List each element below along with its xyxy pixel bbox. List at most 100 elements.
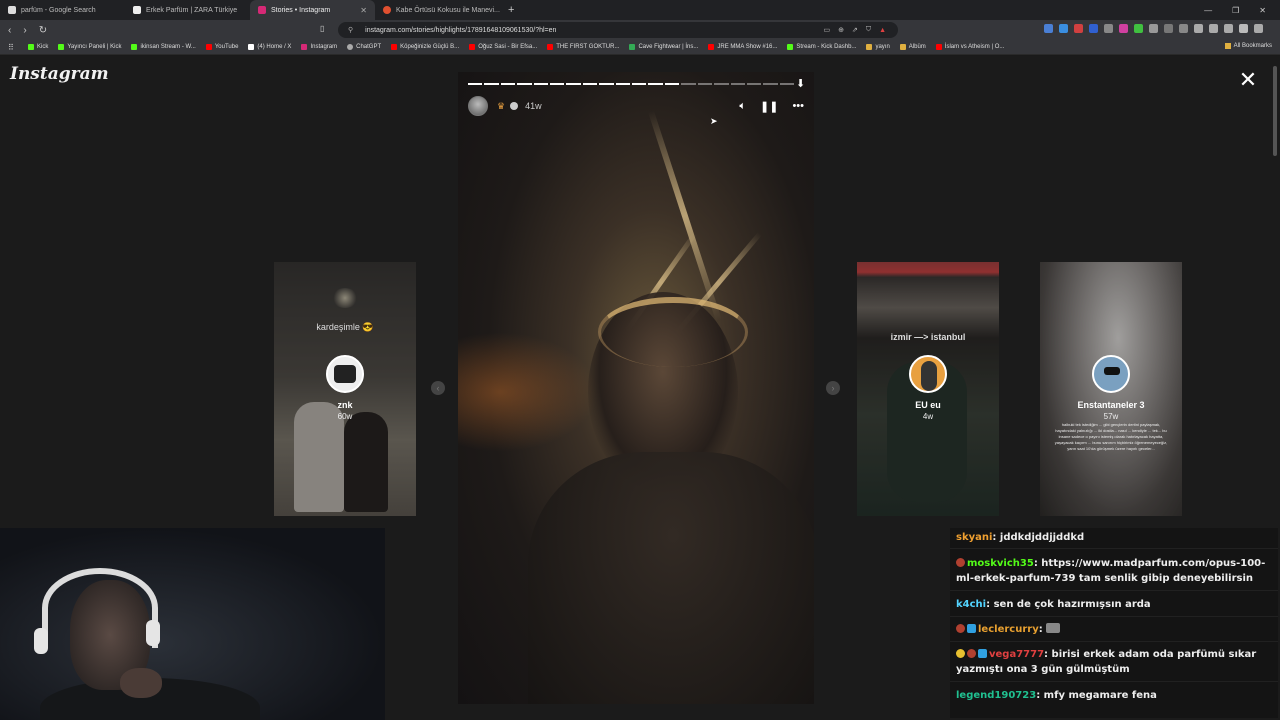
bookmark-item[interactable]: THE FIRST GOKTUR... <box>547 44 619 50</box>
browser-tab-bar: parfüm - Google Search Erkek Parfüm | ZA… <box>0 0 1280 20</box>
download-icon[interactable]: ⬇ <box>796 77 805 90</box>
chat-username[interactable]: moskvich35 <box>967 558 1034 569</box>
back-icon[interactable]: ‹ <box>8 25 11 36</box>
bookmark-page-icon[interactable]: ▯ <box>320 24 324 33</box>
bookmark-folder[interactable]: yayın <box>866 44 890 50</box>
bookmark-item[interactable]: Stream - Kick Dashb... <box>787 44 856 50</box>
avatar-image <box>921 361 937 391</box>
site-icon <box>383 6 391 14</box>
chat-username[interactable]: leclercurry <box>978 624 1039 635</box>
chat-message: legend190723: mfy megamare fena <box>956 690 1157 701</box>
highlight-name: Enstantaneler 3 <box>1077 400 1145 410</box>
zoom-icon[interactable]: ⊕ <box>838 26 844 34</box>
maximize-icon[interactable]: ❐ <box>1232 6 1239 15</box>
instagram-logo[interactable]: Instagram <box>10 64 109 84</box>
chat-username[interactable]: k4chi <box>956 599 986 610</box>
story-preview-card[interactable]: Enstantaneler 3 57w halbuki tek istediği… <box>1040 262 1182 516</box>
story-progress-segment <box>615 83 631 85</box>
extension-icon[interactable] <box>1119 24 1128 33</box>
highlight-age: 60w <box>337 412 353 421</box>
extension-icon[interactable] <box>1074 24 1083 33</box>
extension-icon[interactable] <box>1104 24 1113 33</box>
more-options-icon[interactable]: ••• <box>792 100 804 112</box>
close-window-icon[interactable]: ✕ <box>1259 6 1266 15</box>
story-preview-card[interactable]: kardeşimle 😎 znk 60w <box>274 262 416 516</box>
chat-message: moskvich35: https://www.madparfum.com/op… <box>956 558 1266 584</box>
next-story-button[interactable]: › <box>826 381 840 395</box>
music-icon[interactable] <box>1194 24 1203 33</box>
extension-icon[interactable] <box>1149 24 1158 33</box>
extension-icon[interactable] <box>1164 24 1173 33</box>
site-info-icon[interactable]: ⚲ <box>348 26 353 34</box>
chat-username[interactable]: vega7777 <box>989 649 1044 660</box>
extension-icon[interactable] <box>1089 24 1098 33</box>
tab-instagram[interactable]: Stories • Instagram ✕ <box>250 0 375 20</box>
tab-kabe[interactable]: Kabe Örtüsü Kokusu ile Manevi... <box>375 0 500 20</box>
alert-icon[interactable]: ▲ <box>879 27 886 34</box>
sidebar-icon[interactable] <box>1209 24 1218 33</box>
bookmark-item[interactable]: Kick <box>28 44 48 50</box>
cast-icon[interactable]: ▭ <box>823 26 830 34</box>
bookmark-item[interactable]: Oğuz Sasi - Bir Efsa... <box>469 44 537 50</box>
story-progress-segment <box>599 83 614 85</box>
youtube-icon <box>469 44 476 50</box>
story-age: 41w <box>525 101 542 111</box>
extension-icon[interactable] <box>1059 24 1068 33</box>
story-progress-segment <box>517 83 532 85</box>
profile-icon[interactable] <box>1239 24 1248 33</box>
volume-icon[interactable]: 🔈︎ <box>739 100 746 113</box>
story-progress-segment <box>500 83 516 85</box>
active-story[interactable]: ⬇ ♛ 41w 🔈︎ ❚❚ ••• ➤ <box>458 72 814 704</box>
bookmark-item[interactable]: JRE MMA Show #16... <box>708 44 777 50</box>
bookmark-item[interactable]: Köpeğinizle Güçlü B... <box>391 44 459 50</box>
close-tab-icon[interactable]: ✕ <box>360 6 367 15</box>
tab-zara[interactable]: Erkek Parfüm | ZARA Türkiye <box>125 0 250 20</box>
menu-icon[interactable] <box>1254 24 1263 33</box>
kick-icon <box>58 44 65 50</box>
all-bookmarks-folder[interactable]: All Bookmarks <box>1224 43 1272 49</box>
story-preview-card[interactable]: izmir —> istanbul EU eu 4w <box>857 262 999 516</box>
bookmark-item[interactable]: ChatGPT <box>347 44 381 50</box>
story-progress-segment <box>648 83 663 85</box>
extension-icon[interactable] <box>1044 24 1053 33</box>
story-progress-segment <box>714 83 729 85</box>
story-progress-segment <box>681 83 696 85</box>
forward-icon[interactable]: › <box>23 25 26 36</box>
youtube-icon <box>708 44 715 50</box>
folder-icon <box>866 44 873 50</box>
avatar-image <box>334 365 356 383</box>
close-story-icon[interactable]: ✕ <box>1238 69 1258 91</box>
bookmark-item[interactable]: YouTube <box>205 44 238 50</box>
previous-story-button[interactable]: ‹ <box>431 381 445 395</box>
bookmark-folder[interactable]: Albüm <box>899 44 926 50</box>
crown-icon: ♛ <box>497 100 506 111</box>
address-bar[interactable]: ⚲ instagram.com/stories/highlights/17891… <box>338 22 898 38</box>
shield-icon[interactable]: ⛉ <box>866 26 871 34</box>
tab-google[interactable]: parfüm - Google Search <box>0 0 125 20</box>
chat-username[interactable]: skyani <box>956 532 992 543</box>
streamer-webcam <box>0 528 385 720</box>
reload-icon[interactable]: ↻ <box>39 25 47 36</box>
minimize-icon[interactable]: — <box>1204 6 1212 15</box>
apps-icon[interactable]: ⠿ <box>8 43 14 52</box>
url-text[interactable]: instagram.com/stories/highlights/1789164… <box>365 27 556 34</box>
instagram-icon <box>258 6 266 14</box>
share-icon[interactable]: ⇗ <box>852 26 858 34</box>
extension-icon[interactable] <box>1134 24 1143 33</box>
extensions-icon[interactable] <box>1224 24 1233 33</box>
story-progress-segment <box>582 83 598 85</box>
headset-ear <box>146 620 160 646</box>
bookmark-item[interactable]: (4) Home / X <box>248 44 291 50</box>
bookmark-item[interactable]: Instagram <box>301 44 337 50</box>
user-avatar[interactable] <box>468 96 488 116</box>
bookmark-item[interactable]: Cave Fightwear | İns... <box>629 44 698 50</box>
highlight-age: 4w <box>922 412 934 421</box>
chat-username[interactable]: legend190723 <box>956 690 1036 701</box>
bookmark-item[interactable]: İslam vs Atheism | O... <box>935 44 1004 50</box>
bookmark-item[interactable]: ikinsan Stream - W... <box>131 44 196 50</box>
extension-icon[interactable] <box>1179 24 1188 33</box>
pause-icon[interactable]: ❚❚ <box>760 100 778 113</box>
new-tab-button[interactable]: + <box>500 4 522 16</box>
bookmark-item[interactable]: Yayıncı Paneli | Kick <box>58 44 121 50</box>
page-scrollbar[interactable] <box>1273 66 1277 156</box>
